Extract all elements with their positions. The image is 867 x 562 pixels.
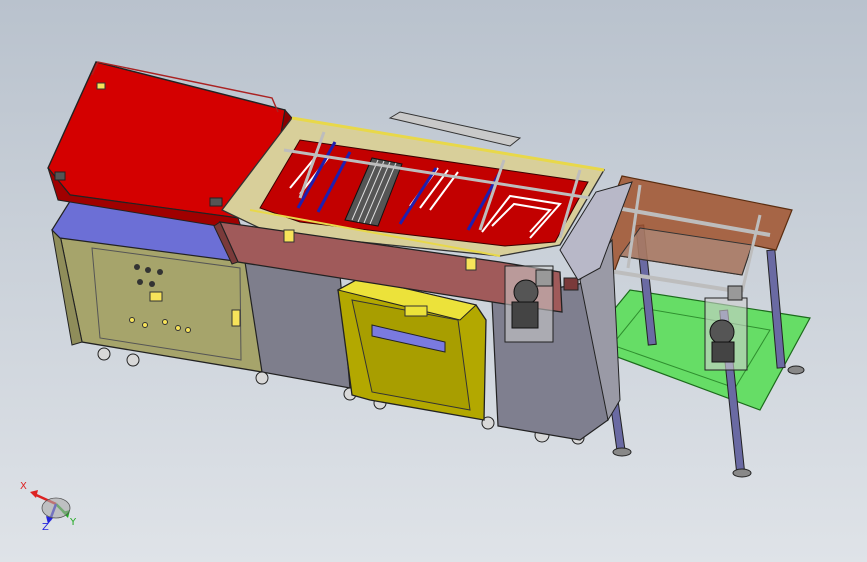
x-axis-label: X	[20, 481, 27, 492]
waste-bin	[336, 277, 487, 421]
y-axis-label: Y	[69, 517, 77, 528]
assembly-model: X Y Z	[20, 61, 811, 533]
drive-motor-center	[504, 265, 554, 343]
cad-viewport[interactable]: X Y Z	[0, 0, 867, 562]
z-axis-label: Z	[42, 522, 49, 533]
axis-triad[interactable]: X Y Z	[20, 481, 77, 533]
